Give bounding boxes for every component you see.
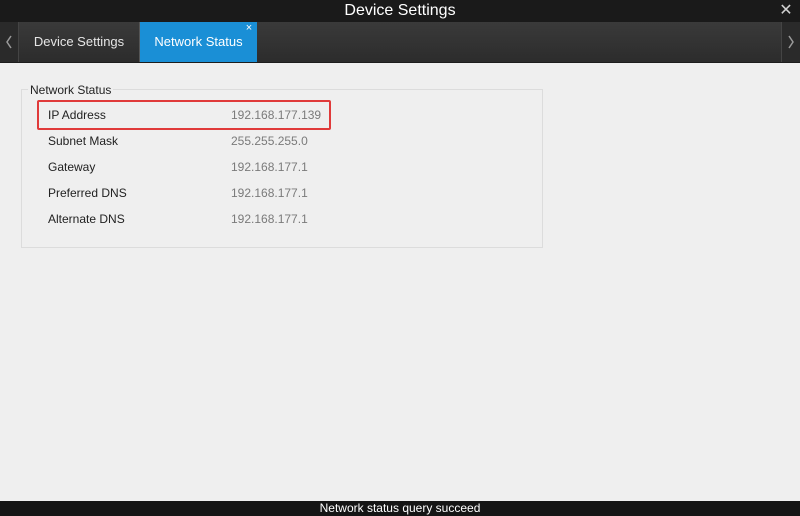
scroll-tabs-left-button[interactable] (0, 22, 19, 62)
tab-close-icon[interactable]: × (244, 23, 254, 34)
row-value: 192.168.177.139 (231, 108, 322, 122)
row-value: 255.255.255.0 (231, 134, 308, 148)
row-label: IP Address (48, 108, 106, 122)
tab-network-status[interactable]: Network Status × (140, 22, 257, 62)
row-label: Preferred DNS (48, 186, 127, 200)
row-label: Alternate DNS (48, 212, 125, 226)
chevron-right-icon (788, 35, 794, 49)
tab-bar: Device Settings Network Status × (0, 22, 800, 63)
content-panel: Network Status IP Address 192.168.177.13… (0, 63, 800, 500)
status-bar: Network status query succeed (0, 501, 800, 516)
close-icon[interactable]: ✕ (778, 0, 794, 22)
chevron-left-icon (6, 35, 12, 49)
group-title: Network Status (28, 83, 114, 97)
tab-device-settings[interactable]: Device Settings (19, 22, 140, 62)
row-label: Gateway (48, 160, 96, 174)
row-label: Subnet Mask (48, 134, 119, 148)
scroll-tabs-right-button[interactable] (781, 22, 800, 62)
window-title: Device Settings (344, 2, 456, 19)
tab-label: Network Status (154, 34, 243, 49)
row-value: 192.168.177.1 (231, 160, 308, 174)
row-value: 192.168.177.1 (231, 186, 308, 200)
status-message: Network status query succeed (319, 501, 481, 515)
title-bar: Device Settings ✕ (0, 0, 800, 22)
tab-label: Device Settings (33, 34, 125, 49)
row-value: 192.168.177.1 (231, 212, 308, 226)
